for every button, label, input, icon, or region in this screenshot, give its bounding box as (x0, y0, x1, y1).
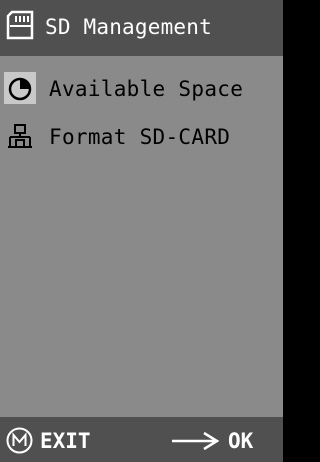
m-circle-icon (6, 427, 33, 454)
ok-label: OK (228, 429, 254, 453)
exit-label: EXIT (40, 429, 91, 453)
footer-bar: EXIT OK (0, 417, 283, 462)
page-title: SD Management (45, 15, 212, 39)
menu-item-label: Available Space (49, 77, 244, 101)
menu-item-label: Format SD-CARD (49, 125, 231, 149)
menu-item-available-space[interactable]: Available Space (0, 68, 283, 110)
network-format-icon (4, 120, 36, 152)
pie-chart-icon (4, 72, 36, 104)
sd-card-icon (6, 10, 34, 40)
header-bar: SD Management (0, 0, 283, 56)
sd-management-screen: SD Management Available Space Format SD-… (0, 0, 283, 462)
right-arrow-icon (170, 431, 220, 451)
menu-item-format-sd-card[interactable]: Format SD-CARD (0, 116, 283, 158)
